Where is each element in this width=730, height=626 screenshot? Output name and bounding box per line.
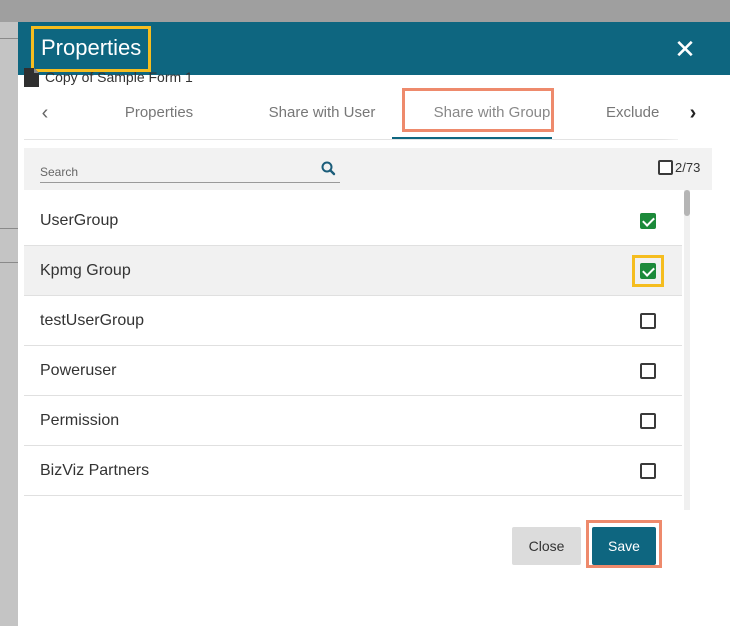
list-item[interactable]: testUserGroup — [24, 296, 682, 346]
scrollbar-thumb[interactable] — [684, 190, 690, 216]
select-all-checkbox[interactable] — [658, 160, 673, 175]
tab-share-with-user[interactable]: Share with User — [252, 88, 392, 140]
selected-count: 2/73 — [675, 160, 701, 175]
active-tab-indicator — [392, 137, 552, 139]
list-scrollbar[interactable] — [684, 190, 690, 510]
group-name: Kpmg Group — [40, 262, 131, 279]
document-icon — [24, 67, 39, 87]
group-checkbox[interactable] — [640, 413, 656, 429]
group-name: Poweruser — [40, 362, 117, 379]
tab-prev-arrow-icon[interactable]: ‹ — [30, 88, 60, 140]
group-checkbox[interactable] — [640, 313, 656, 329]
list-item[interactable]: UserGroup — [24, 196, 682, 246]
select-all[interactable]: 2/73 — [658, 160, 700, 175]
tab-highlight-annotation — [402, 88, 554, 132]
checkbox-highlight-annotation — [632, 255, 664, 287]
close-icon[interactable]: ✕ — [670, 34, 700, 64]
list-item[interactable]: Poweruser — [24, 346, 682, 396]
backdrop-top — [0, 0, 730, 22]
group-checkbox[interactable] — [640, 213, 656, 229]
list-item[interactable]: Kpmg Group — [24, 246, 682, 296]
backdrop-divider — [0, 38, 18, 39]
tab-next-arrow-icon[interactable]: › — [678, 88, 708, 140]
tab-bar: ‹ Properties Share with User Share with … — [24, 88, 708, 140]
tab-exclude[interactable]: Exclude — [606, 88, 666, 140]
group-checkbox[interactable] — [640, 363, 656, 379]
backdrop-divider — [0, 228, 18, 229]
list-item[interactable]: BizViz Partners — [24, 446, 682, 496]
group-name: UserGroup — [40, 212, 119, 229]
search-icon[interactable] — [320, 160, 338, 178]
group-name: Permission — [40, 412, 120, 429]
tab-properties[interactable]: Properties — [94, 88, 224, 140]
search-bar: 2/73 — [24, 148, 712, 190]
backdrop-left — [0, 22, 18, 626]
group-name: testUserGroup — [40, 312, 145, 329]
group-list: UserGroup Kpmg Group testUserGroup Power… — [24, 196, 682, 502]
close-button[interactable]: Close — [512, 527, 581, 565]
list-item[interactable]: Permission — [24, 396, 682, 446]
file-info: Copy of Sample Form 1 — [24, 66, 193, 88]
backdrop-divider — [0, 262, 18, 263]
file-name: Copy of Sample Form 1 — [45, 69, 193, 85]
search-input[interactable] — [40, 161, 340, 183]
group-checkbox[interactable] — [640, 463, 656, 479]
save-button[interactable]: Save — [592, 527, 656, 565]
group-name: BizViz Partners — [40, 462, 150, 479]
